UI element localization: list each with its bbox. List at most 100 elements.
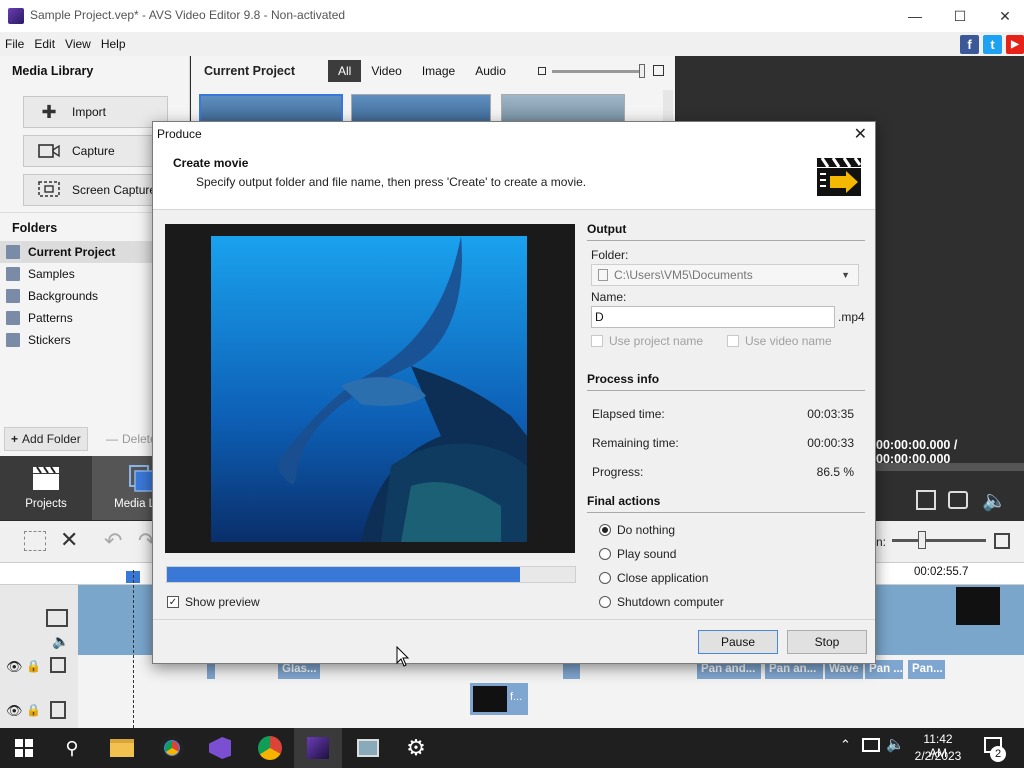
- use-project-name-checkbox[interactable]: Use project name: [591, 334, 703, 348]
- use-video-name-checkbox[interactable]: Use video name: [727, 334, 832, 348]
- checkbox-checked-icon: ✓: [167, 596, 179, 608]
- filter-image[interactable]: Image: [412, 60, 465, 82]
- capture-label: Capture: [72, 144, 115, 158]
- avs-video-editor-taskbar-icon[interactable]: [294, 728, 342, 768]
- settings-gear-icon[interactable]: ⚙: [392, 728, 440, 768]
- close-icon[interactable]: ✕: [854, 124, 867, 144]
- radio-selected-icon: [599, 524, 611, 536]
- twitter-icon[interactable]: t: [983, 35, 1002, 54]
- zoom-slider-handle[interactable]: [918, 531, 926, 549]
- import-button[interactable]: ✚ Import: [23, 96, 168, 128]
- radio-play-sound[interactable]: Play sound: [599, 547, 676, 561]
- youtube-icon[interactable]: ▶: [1006, 35, 1024, 54]
- menu-help[interactable]: Help: [96, 32, 131, 56]
- window-title-bar: Sample Project.vep* - AVS Video Editor 9…: [0, 0, 1024, 32]
- maximize-button[interactable]: ☐: [937, 0, 983, 32]
- filter-video[interactable]: Video: [361, 60, 411, 82]
- file-name-input[interactable]: D: [591, 306, 835, 328]
- screen-capture-button[interactable]: Screen Capture: [23, 174, 168, 206]
- fit-timeline-icon[interactable]: [994, 533, 1010, 549]
- manta-ray-preview-image: [211, 236, 527, 542]
- tab-projects[interactable]: Projects: [0, 456, 92, 520]
- process-info-section-title: Process info: [587, 372, 865, 391]
- minus-icon: —: [106, 432, 118, 446]
- snapshot-icon[interactable]: [948, 491, 968, 509]
- lock-icon[interactable]: 🔒: [26, 659, 41, 673]
- radio-icon: [599, 596, 611, 608]
- eye-icon[interactable]: 👁: [6, 703, 23, 719]
- zoom-label: n:: [876, 535, 887, 549]
- network-icon[interactable]: [862, 738, 880, 752]
- pause-button[interactable]: Pause: [698, 630, 778, 654]
- capture-button[interactable]: Capture: [23, 135, 168, 167]
- checkbox-icon: [591, 335, 603, 347]
- ruler-time: 00:02:55.7: [914, 566, 969, 578]
- tab-projects-label: Projects: [25, 498, 67, 510]
- dialog-footer-divider: [153, 619, 875, 620]
- volume-icon[interactable]: 🔈: [982, 488, 1007, 513]
- small-thumbnail-icon[interactable]: [538, 67, 546, 75]
- folder-icon: [6, 267, 20, 281]
- fullscreen-icon[interactable]: [916, 490, 936, 510]
- folder-label: Current Project: [28, 245, 116, 259]
- delete-icon[interactable]: ✕: [60, 527, 78, 553]
- dialog-title: Produce: [157, 127, 202, 141]
- plus-icon: +: [11, 432, 19, 446]
- mouse-cursor-icon: [396, 645, 410, 671]
- dialog-description: Specify output folder and file name, the…: [196, 175, 587, 189]
- current-project-title: Current Project: [204, 64, 295, 78]
- close-window-button[interactable]: ✕: [982, 0, 1024, 32]
- radio-close-application[interactable]: Close application: [599, 571, 708, 585]
- filter-audio[interactable]: Audio: [465, 60, 516, 82]
- eye-icon[interactable]: 👁: [6, 659, 23, 675]
- large-thumbnail-icon[interactable]: [653, 65, 664, 76]
- effect-chip[interactable]: Pan...: [908, 660, 945, 679]
- thumbnail-size-slider[interactable]: [552, 70, 642, 73]
- timeline-zoom-slider[interactable]: [892, 539, 986, 542]
- minimize-button[interactable]: —: [892, 0, 938, 32]
- preview-video: [165, 224, 575, 553]
- video-clip[interactable]: [956, 587, 1000, 625]
- playhead-line: [133, 570, 134, 728]
- file-explorer-icon[interactable]: [98, 728, 146, 768]
- storyboard-icon[interactable]: [24, 531, 46, 551]
- notification-count: 2: [990, 746, 1006, 762]
- clock-date[interactable]: 2/2/2023: [910, 749, 966, 763]
- media-library-title: Media Library: [12, 64, 94, 78]
- undo-icon[interactable]: ↶: [104, 528, 122, 554]
- elapsed-time-value: 00:03:35: [807, 407, 854, 421]
- add-folder-button[interactable]: + Add Folder: [4, 427, 88, 451]
- menu-edit[interactable]: Edit: [29, 32, 60, 56]
- image-viewer-icon[interactable]: [344, 728, 392, 768]
- show-preview-checkbox[interactable]: ✓ Show preview: [167, 595, 260, 609]
- track-headers: 🔈 👁 🔒 👁 🔒: [0, 585, 78, 728]
- output-folder-select[interactable]: C:\Users\VM5\Documents ▼: [591, 264, 859, 286]
- visual-studio-icon[interactable]: [196, 728, 244, 768]
- filter-all[interactable]: All: [328, 60, 362, 82]
- speaker-icon[interactable]: 🔈: [886, 735, 905, 753]
- search-icon[interactable]: ⚲: [48, 728, 96, 768]
- screen-capture-icon: [38, 181, 60, 199]
- chrome-profile-icon[interactable]: [246, 728, 294, 768]
- stop-button[interactable]: Stop: [787, 630, 867, 654]
- chevron-up-icon[interactable]: ⌃: [840, 737, 851, 753]
- overlay-clip[interactable]: f...: [470, 683, 528, 715]
- preview-timecode: 00:00:00.000 / 00:00:00.000: [876, 438, 958, 466]
- menu-view[interactable]: View: [60, 32, 96, 56]
- facebook-icon[interactable]: f: [960, 35, 979, 54]
- radio-do-nothing[interactable]: Do nothing: [599, 523, 675, 537]
- overlay-track[interactable]: f...: [78, 681, 1024, 728]
- menu-file[interactable]: File: [0, 32, 29, 56]
- folder-label: Backgrounds: [28, 289, 99, 303]
- windows-start-icon[interactable]: [0, 728, 48, 768]
- radio-shutdown-computer[interactable]: Shutdown computer: [599, 595, 724, 609]
- chevron-down-icon: ▼: [841, 270, 850, 280]
- lock-icon[interactable]: 🔒: [26, 703, 41, 717]
- menu-bar: File Edit View Help: [0, 32, 1024, 56]
- overlay-clip-label: f...: [510, 691, 523, 703]
- slider-handle[interactable]: [639, 64, 645, 78]
- chrome-icon[interactable]: [148, 728, 196, 768]
- preview-seek-bar[interactable]: [876, 463, 1024, 471]
- overlay-track-icon: [50, 701, 66, 719]
- remaining-time-label: Remaining time:: [592, 436, 679, 450]
